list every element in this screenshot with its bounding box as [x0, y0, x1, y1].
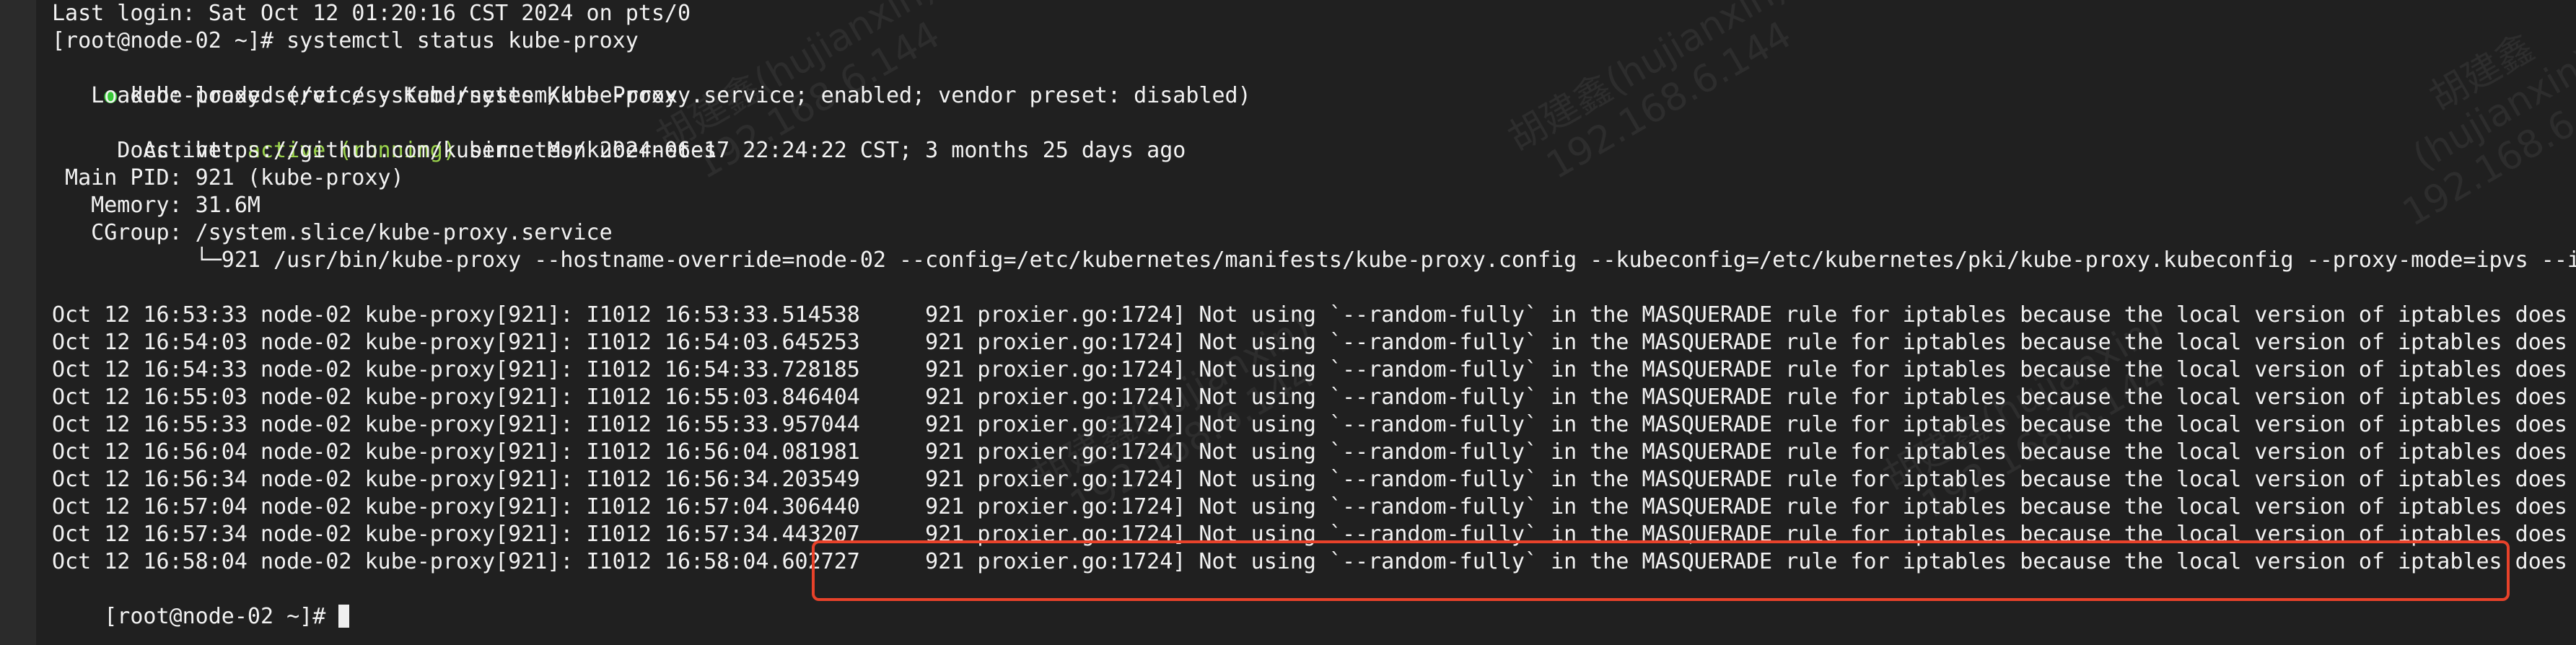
service-header-line: ● kube-proxy.service - Kubernetes Kube-P… [52, 55, 678, 108]
memory-line: Memory: 31.6M [52, 193, 260, 218]
main-pid-line: Main PID: 921 (kube-proxy) [52, 165, 404, 190]
log-line: Oct 12 16:56:34 node-02 kube-proxy[921]:… [52, 467, 2576, 492]
text-cursor [338, 605, 350, 628]
active-line: Active: active (running) since Mon 2024-… [52, 110, 1186, 163]
docs-line: Docs: https://github.com/kubernetes/kube… [52, 138, 717, 163]
shell-prompt-line[interactable]: [root@node-02 ~]# [52, 576, 350, 629]
status-command-line: [root@node-02 ~]# systemctl status kube-… [52, 28, 639, 53]
last-login-line: Last login: Sat Oct 12 01:20:16 CST 2024… [52, 1, 691, 26]
left-sidebar-strip [0, 0, 36, 645]
log-line: Oct 12 16:55:33 node-02 kube-proxy[921]:… [52, 412, 2576, 437]
annotation-highlight-box [812, 540, 2510, 601]
log-line: Oct 12 16:55:03 node-02 kube-proxy[921]:… [52, 385, 2576, 410]
process-command-line: └─921 /usr/bin/kube-proxy --hostname-ove… [195, 247, 2576, 273]
log-line: Oct 12 16:57:04 node-02 kube-proxy[921]:… [52, 494, 2576, 519]
log-line: Oct 12 16:53:33 node-02 kube-proxy[921]:… [52, 302, 2576, 328]
shell-prompt: [root@node-02 ~]# [104, 604, 339, 629]
log-line: Oct 12 16:54:03 node-02 kube-proxy[921]:… [52, 330, 2576, 355]
loaded-line: Loaded: loaded (/etc/systemd/system/kube… [52, 83, 1251, 108]
cgroup-line: CGroup: /system.slice/kube-proxy.service [52, 220, 613, 245]
log-line: Oct 12 16:56:04 node-02 kube-proxy[921]:… [52, 439, 2576, 465]
log-line: Oct 12 16:54:33 node-02 kube-proxy[921]:… [52, 357, 2576, 382]
